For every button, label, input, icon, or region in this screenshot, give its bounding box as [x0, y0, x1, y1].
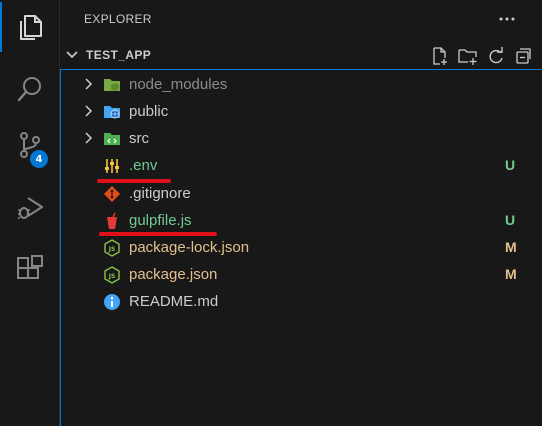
gulp-icon — [107, 212, 117, 229]
explorer-icon — [20, 15, 42, 40]
git-status-badge: M — [505, 266, 517, 282]
chevron-right-icon — [85, 78, 93, 90]
activity-run-debug[interactable] — [0, 180, 60, 234]
nodejs-icon: JS — [104, 239, 120, 257]
workspace-title: TEST_APP — [86, 48, 152, 62]
more-icon — [499, 17, 515, 21]
tree-item-label: .env — [129, 157, 158, 174]
sidebar-title: EXPLORER — [84, 12, 152, 26]
file-tree: node_modules public src .env U .gitignor… — [60, 69, 542, 426]
tree-item-label: src — [129, 130, 149, 147]
workspace-section-header[interactable]: TEST_APP — [60, 41, 542, 69]
tree-item-label: .gitignore — [129, 185, 191, 202]
chevron-down-icon — [66, 51, 78, 59]
tree-item-readme[interactable]: README.md — [61, 288, 542, 315]
collapse-all-icon — [516, 48, 531, 64]
section-actions — [428, 44, 536, 68]
info-icon — [104, 294, 120, 310]
new-file-button[interactable] — [428, 44, 452, 68]
settings-sliders-icon — [105, 159, 119, 173]
tree-item-node-modules[interactable]: node_modules — [61, 71, 542, 98]
source-control-badge: 4 — [30, 150, 48, 168]
activity-bar: 4 — [0, 0, 60, 426]
more-actions-button[interactable] — [494, 8, 520, 30]
nodejs-icon: JS — [104, 266, 120, 284]
activity-source-control[interactable]: 4 — [0, 118, 60, 172]
tree-item-package-lock[interactable]: JS package-lock.json M — [61, 234, 542, 261]
svg-text:JS: JS — [108, 246, 116, 253]
collapse-all-button[interactable] — [512, 44, 536, 68]
tree-item-label: gulpfile.js — [129, 212, 192, 229]
tree-item-env[interactable]: .env U — [61, 152, 542, 179]
tree-item-package-json[interactable]: JS package.json M — [61, 261, 542, 288]
git-status-badge: U — [505, 212, 516, 228]
folder-public-icon — [104, 106, 120, 119]
git-status-badge: M — [505, 239, 517, 255]
activity-search[interactable] — [0, 62, 60, 116]
tree-item-label: README.md — [129, 293, 219, 310]
tree-item-src[interactable]: src — [61, 125, 542, 152]
refresh-icon — [489, 47, 503, 64]
chevron-right-icon — [85, 132, 93, 144]
folder-src-icon — [104, 133, 120, 145]
folder-node-icon — [104, 79, 120, 91]
vscode-window: 4 EXPLORER TEST_APP node_modules public … — [0, 0, 542, 426]
new-folder-button[interactable] — [456, 44, 480, 68]
refresh-button[interactable] — [484, 44, 508, 68]
tree-item-label: package-lock.json — [129, 239, 250, 256]
tree-item-public[interactable]: public — [61, 98, 542, 125]
extensions-icon — [17, 255, 43, 279]
activity-explorer[interactable] — [0, 0, 60, 54]
run-debug-icon — [18, 197, 43, 219]
explorer-sidebar: EXPLORER TEST_APP node_modules public sr… — [60, 0, 542, 426]
tree-item-label: public — [129, 103, 169, 120]
new-file-icon — [433, 47, 447, 65]
sidebar-header: EXPLORER — [60, 0, 542, 40]
search-icon — [17, 77, 41, 102]
activity-extensions[interactable] — [0, 242, 60, 296]
tree-item-label: package.json — [129, 266, 218, 283]
new-folder-icon — [458, 49, 477, 65]
chevron-right-icon — [85, 105, 93, 117]
tree-item-gitignore[interactable]: .gitignore — [61, 180, 542, 207]
svg-text:JS: JS — [108, 273, 116, 280]
git-icon — [104, 186, 120, 202]
tree-item-gulpfile[interactable]: gulpfile.js U — [61, 207, 542, 234]
tree-item-label: node_modules — [129, 76, 228, 93]
git-status-badge: U — [505, 157, 516, 173]
